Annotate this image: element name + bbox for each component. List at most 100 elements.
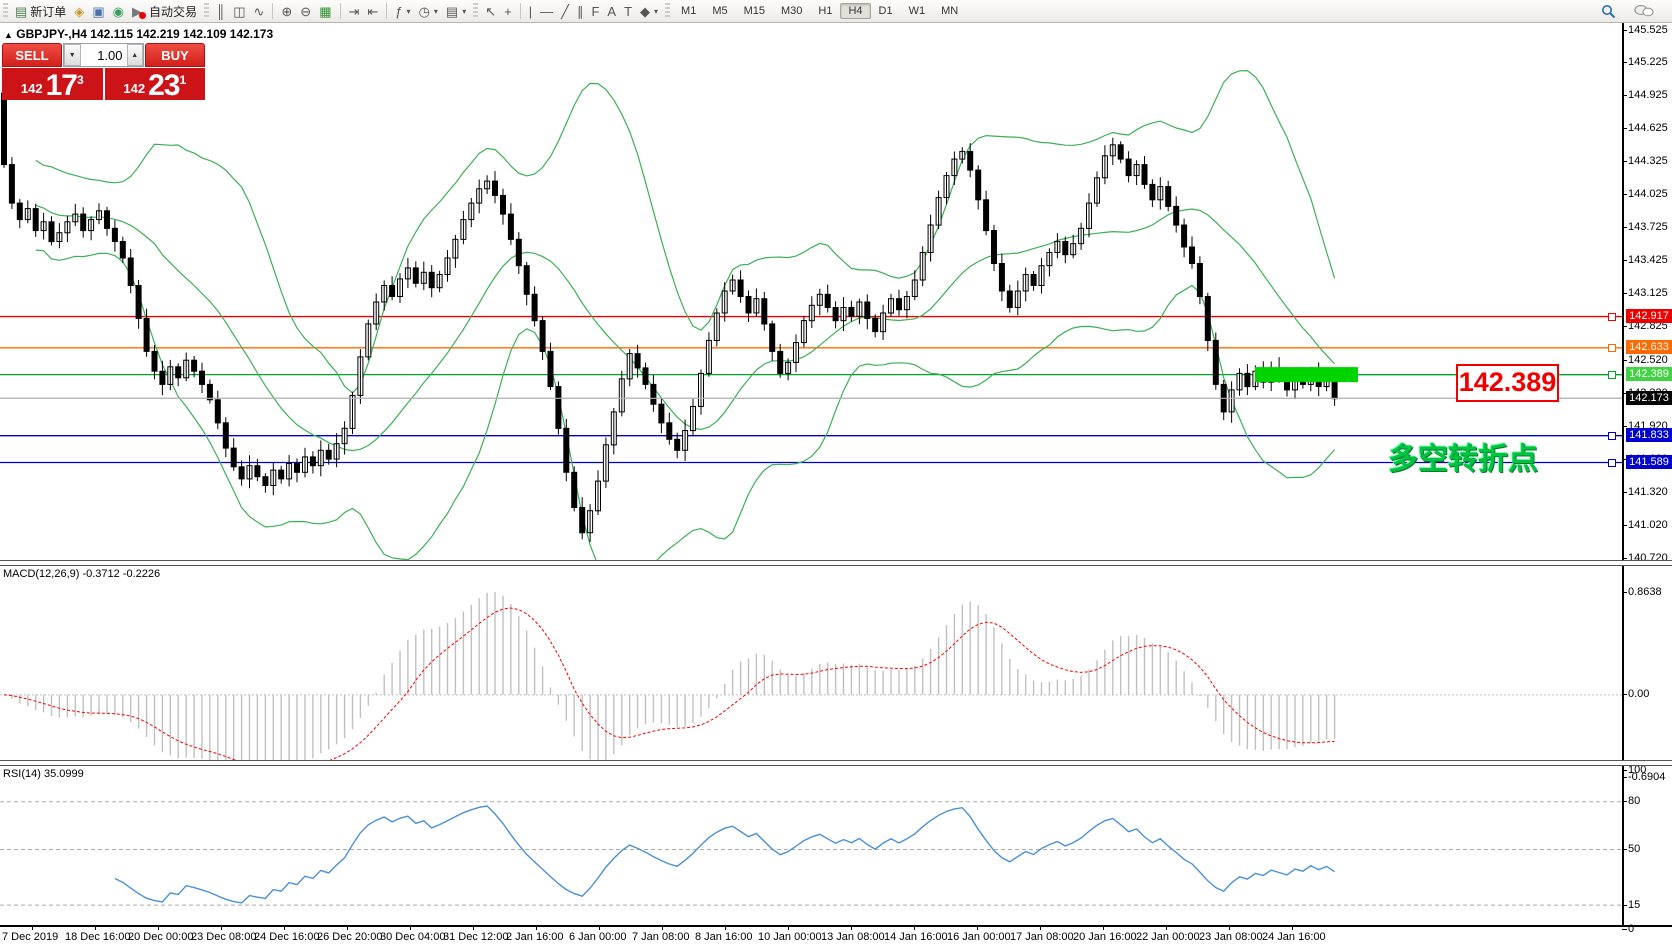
toolbar-grip[interactable] <box>473 3 478 19</box>
time-tick-mark <box>662 925 663 930</box>
toolbar-grip[interactable] <box>3 3 8 19</box>
time-tick-mark <box>158 925 159 930</box>
timeframe-w1-button[interactable]: W1 <box>901 3 934 19</box>
timeframe-h1-button[interactable]: H1 <box>810 3 840 19</box>
channel-button[interactable]: ∥ <box>573 1 588 21</box>
volume-input[interactable] <box>81 44 127 66</box>
pane-splitter-rsi[interactable] <box>0 760 1672 766</box>
price-tick-label: 144.925 <box>1628 89 1668 101</box>
chevron-down-icon[interactable]: ▾ <box>434 7 438 16</box>
rsi-line <box>115 806 1335 903</box>
macd-pane <box>0 565 1622 760</box>
price-tick-label: 145.225 <box>1628 56 1668 68</box>
collapse-triangle-icon[interactable]: ▲ <box>4 30 13 40</box>
green-zone-rectangle[interactable] <box>1255 367 1358 382</box>
volume-stepper: ▼ ▲ <box>63 43 144 67</box>
timeframe-h4-button[interactable]: H4 <box>840 3 870 19</box>
new-order-button[interactable]: ▤新订单 <box>11 1 70 21</box>
cursor-button[interactable]: ↖ <box>481 1 500 21</box>
price-tick-mark <box>1622 194 1627 195</box>
candlestick-chart-button[interactable]: ◫ <box>229 1 249 21</box>
rsi-tick-mark <box>1622 929 1627 930</box>
price-tick-mark <box>1622 492 1627 493</box>
turning-point-text[interactable]: 多空转折点 <box>1388 434 1538 478</box>
chevron-down-icon[interactable]: ▾ <box>654 7 658 16</box>
buy-button[interactable]: BUY <box>145 43 205 67</box>
label-button[interactable]: T <box>620 1 636 21</box>
time-tick-mark <box>221 925 222 930</box>
timeframe-m5-button[interactable]: M5 <box>704 3 735 19</box>
timeframe-m1-button[interactable]: M1 <box>673 3 704 19</box>
line-handle[interactable] <box>1608 459 1616 467</box>
buy-price-button[interactable]: 142 23 1 <box>105 68 206 100</box>
toolbar-separator <box>386 3 387 19</box>
line-handle[interactable] <box>1608 344 1616 352</box>
price-tick-label: 143.725 <box>1628 221 1668 233</box>
time-tick-mark <box>410 925 411 930</box>
tile-windows-button[interactable]: ▦ <box>315 1 335 21</box>
time-tick-mark <box>725 925 726 930</box>
timeframe-m15-button[interactable]: M15 <box>736 3 773 19</box>
tile-windows-icon: ▦ <box>319 5 331 18</box>
sell-button[interactable]: SELL <box>2 43 62 67</box>
timeframe-m30-button[interactable]: M30 <box>773 3 810 19</box>
fibonacci-button[interactable]: F <box>587 1 603 21</box>
zoom-out-button[interactable]: ⊖ <box>296 1 315 21</box>
chevron-down-icon[interactable]: ▾ <box>462 7 466 16</box>
signals-button[interactable]: ◉ <box>109 1 128 21</box>
line-handle[interactable] <box>1608 371 1616 379</box>
indicators-button[interactable]: ƒ▾ <box>391 1 414 21</box>
templates-button[interactable]: ▤▾ <box>442 1 470 21</box>
arrows-button[interactable]: ◆▾ <box>636 1 662 21</box>
periods-button[interactable]: ◷▾ <box>415 1 442 21</box>
time-axis-label: 16 Jan 00:00 <box>947 931 1011 943</box>
line-handle[interactable] <box>1608 313 1616 321</box>
bars-chart-button[interactable]: ║ <box>212 1 229 21</box>
line-chart-button[interactable]: ∿ <box>249 1 268 21</box>
toolbar-grip[interactable] <box>204 3 209 19</box>
crosshair-button[interactable]: + <box>500 1 516 21</box>
volume-decrease-button[interactable]: ▼ <box>64 44 81 66</box>
pane-splitter-macd[interactable] <box>0 560 1672 566</box>
trendline-button[interactable]: ╱ <box>557 1 573 21</box>
time-axis-label: 31 Dec 12:00 <box>443 931 508 943</box>
line-handle[interactable] <box>1608 432 1616 440</box>
autotrading-button[interactable]: ▶自动交易 <box>128 1 201 21</box>
price-axis-line <box>1622 22 1624 927</box>
toolbar-separator <box>272 3 273 19</box>
chart-shift-icon: ⇤ <box>367 5 378 18</box>
search-button[interactable] <box>1597 1 1620 21</box>
time-tick-mark <box>536 925 537 930</box>
timeframe-d1-button[interactable]: D1 <box>871 3 901 19</box>
price-annotation-box[interactable]: 142.389 <box>1456 364 1559 402</box>
volume-increase-button[interactable]: ▲ <box>127 44 144 66</box>
rsi-tick-mark <box>1622 849 1627 850</box>
time-tick-mark <box>1292 925 1293 930</box>
chart-shift-button[interactable]: ⇤ <box>363 1 382 21</box>
autotrading-button-label: 自动交易 <box>149 3 197 20</box>
charts-button[interactable]: ◈ <box>70 1 88 21</box>
timeframe-mn-button[interactable]: MN <box>933 3 966 19</box>
bollinger-middle-band <box>36 205 1335 450</box>
auto-scroll-button[interactable]: ⇥ <box>345 1 364 21</box>
vertical-line-icon: | <box>529 5 532 18</box>
text-button[interactable]: A <box>603 1 620 21</box>
rsi-tick-label: 15 <box>1628 899 1640 911</box>
fibonacci-icon: F <box>591 5 599 18</box>
vertical-line-button[interactable]: | <box>525 1 536 21</box>
symbol-ohlc-text: GBPJPY-,H4 142.115 142.219 142.109 142.1… <box>16 27 273 41</box>
sell-price-button[interactable]: 142 17 3 <box>2 68 103 100</box>
price-tick-label: 141.020 <box>1628 519 1668 531</box>
price-tick-label: 143.125 <box>1628 287 1668 299</box>
zoom-in-button[interactable]: ⊕ <box>277 1 296 21</box>
terminal-button[interactable]: ▣ <box>88 1 108 21</box>
chevron-down-icon[interactable]: ▾ <box>407 7 411 16</box>
bollinger-upper-band <box>36 71 1335 393</box>
time-tick-mark <box>284 925 285 930</box>
price-tick-mark <box>1622 558 1627 559</box>
chat-button[interactable] <box>1630 1 1658 21</box>
horizontal-line-button[interactable]: — <box>536 1 557 21</box>
toolbar-grip[interactable] <box>665 3 670 19</box>
time-axis-label: 30 Dec 04:00 <box>380 931 445 943</box>
price-line-tag: 141.833 <box>1626 428 1672 442</box>
